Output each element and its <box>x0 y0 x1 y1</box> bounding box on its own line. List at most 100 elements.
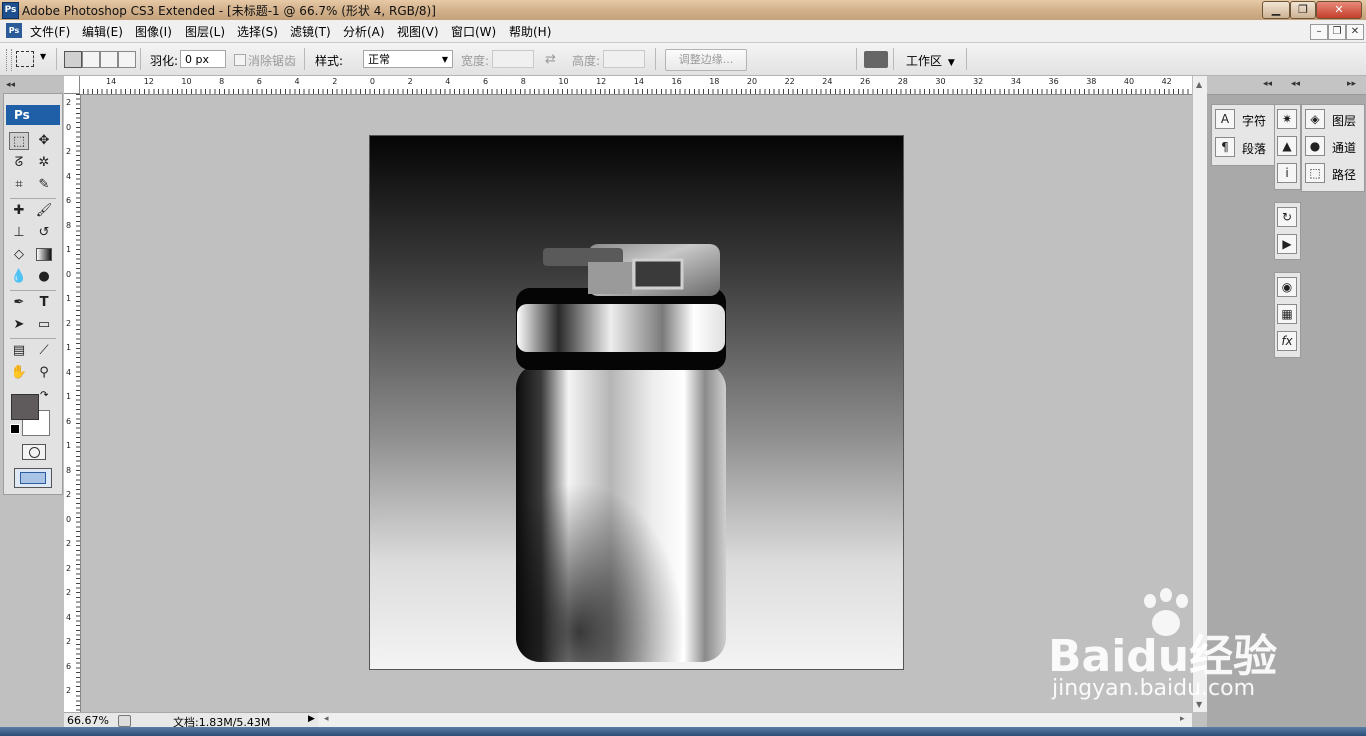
preset-dropdown-icon[interactable]: ▼ <box>40 52 46 61</box>
maximize-button[interactable]: ❐ <box>1290 1 1316 19</box>
history-brush-tool-icon[interactable]: ↺ <box>34 224 54 242</box>
hand-tool-icon[interactable]: ✋ <box>9 364 29 382</box>
workspace-menu[interactable]: 工作区 ▼ <box>906 52 955 69</box>
feather-input[interactable]: 0 px <box>180 50 226 68</box>
character-panel-label[interactable]: 字符 <box>1242 112 1266 129</box>
menu-view[interactable]: 视图(V) <box>397 23 439 40</box>
type-tool-icon[interactable]: T <box>34 294 54 312</box>
document-icon[interactable]: Ps <box>6 23 22 38</box>
clone-stamp-tool-icon[interactable]: ⊥ <box>9 224 29 242</box>
history-icon[interactable]: ↻ <box>1277 207 1297 227</box>
close-button[interactable]: ✕ <box>1316 1 1362 19</box>
ruler-tick-label: 1 <box>66 294 72 303</box>
separator <box>856 48 857 70</box>
swap-colors-icon[interactable]: ↷ <box>40 390 48 401</box>
menu-analysis[interactable]: 分析(A) <box>343 23 385 40</box>
screen-mode-icon[interactable] <box>14 468 52 488</box>
character-panel-icon[interactable]: A <box>1215 109 1235 129</box>
width-input[interactable] <box>492 50 534 68</box>
styles-icon[interactable]: fx <box>1277 331 1297 351</box>
collapse-arrows-icon[interactable]: ◂◂ <box>1263 79 1272 89</box>
paths-panel-label[interactable]: 路径 <box>1332 166 1356 183</box>
menu-filter[interactable]: 滤镜(T) <box>290 23 331 40</box>
doc-close-button[interactable]: ✕ <box>1346 24 1364 40</box>
foreground-color-swatch[interactable] <box>11 394 39 420</box>
blur-tool-icon[interactable]: 💧 <box>9 268 29 286</box>
slice-tool-icon[interactable]: ✎ <box>34 176 54 194</box>
minimize-button[interactable]: ▁ <box>1262 1 1290 19</box>
default-colors-icon[interactable] <box>10 424 20 434</box>
refine-edge-button[interactable]: 调整边缘... <box>665 49 747 71</box>
info-icon[interactable]: i <box>1277 163 1297 183</box>
crop-tool-icon[interactable]: ⌗ <box>9 176 29 194</box>
collapse-arrows-icon[interactable]: ◂◂ <box>1291 79 1300 89</box>
chevron-down-icon: ▼ <box>441 55 448 64</box>
dodge-tool-icon[interactable]: ● <box>34 268 54 286</box>
scroll-left-icon[interactable]: ◂ <box>324 714 329 724</box>
status-menu-arrow-icon[interactable]: ▶ <box>308 714 315 724</box>
chevron-down-icon: ▼ <box>947 58 955 68</box>
shape-tool-icon[interactable]: ▭ <box>34 316 54 334</box>
intersect-selection-icon[interactable] <box>118 51 136 68</box>
collapse-arrows-icon[interactable]: ◂◂ <box>6 80 15 90</box>
status-info-icon[interactable] <box>118 715 131 727</box>
menu-select[interactable]: 选择(S) <box>237 23 278 40</box>
subtract-selection-icon[interactable] <box>100 51 118 68</box>
add-selection-icon[interactable] <box>82 51 100 68</box>
rect-marquee-tool-icon[interactable]: ⬚ <box>9 132 29 150</box>
ruler-tick-label: 18 <box>709 77 720 86</box>
swap-dimensions-icon[interactable]: ⇄ <box>545 52 556 67</box>
gradient-tool-icon[interactable] <box>34 246 54 264</box>
options-grip[interactable] <box>6 49 12 71</box>
navigator-icon[interactable]: ✷ <box>1277 109 1297 129</box>
ruler-origin[interactable] <box>64 76 80 94</box>
path-selection-tool-icon[interactable]: ➤ <box>9 316 29 334</box>
rect-marquee-preset-icon[interactable] <box>16 51 34 67</box>
height-input[interactable] <box>603 50 645 68</box>
paragraph-panel-label[interactable]: 段落 <box>1242 140 1266 157</box>
magic-wand-tool-icon[interactable]: ✲ <box>34 154 54 172</box>
collapse-arrows-icon[interactable]: ▸▸ <box>1347 79 1356 89</box>
channels-panel-label[interactable]: 通道 <box>1332 139 1356 156</box>
move-tool-icon[interactable]: ✥ <box>34 132 54 150</box>
menu-layer[interactable]: 图层(L) <box>185 23 225 40</box>
eyedropper-tool-icon[interactable]: ⟋ <box>34 342 54 360</box>
healing-brush-tool-icon[interactable]: ✚ <box>9 202 29 220</box>
menu-edit[interactable]: 编辑(E) <box>82 23 123 40</box>
color-icon[interactable]: ◉ <box>1277 277 1297 297</box>
menu-file[interactable]: 文件(F) <box>30 23 70 40</box>
scroll-up-icon[interactable]: ▲ <box>1196 80 1202 89</box>
document-canvas[interactable] <box>369 135 904 670</box>
layers-icon[interactable]: ◈ <box>1305 109 1325 129</box>
menu-image[interactable]: 图像(I) <box>135 23 172 40</box>
swatches-icon[interactable]: ▦ <box>1277 304 1297 324</box>
doc-restore-button[interactable]: ❐ <box>1328 24 1346 40</box>
style-select[interactable]: 正常 ▼ <box>363 50 453 68</box>
ruler-tick-label: 4 <box>294 77 300 86</box>
paragraph-panel-icon[interactable]: ¶ <box>1215 137 1235 157</box>
antialias-checkbox[interactable] <box>234 54 246 66</box>
quick-mask-icon[interactable] <box>22 444 46 460</box>
ruler-tick-label: 2 <box>66 563 72 573</box>
layers-panel-label[interactable]: 图层 <box>1332 112 1356 129</box>
menu-help[interactable]: 帮助(H) <box>509 23 551 40</box>
pen-tool-icon[interactable]: ✒ <box>9 294 29 312</box>
histogram-icon[interactable]: ▲ <box>1277 136 1297 156</box>
menu-window[interactable]: 窗口(W) <box>451 23 496 40</box>
ruler-tick-label: 24 <box>822 77 833 86</box>
doc-minimize-button[interactable]: – <box>1310 24 1328 40</box>
new-selection-icon[interactable] <box>64 51 82 68</box>
ruler-top: 14 12 10 8 6 4 2 0 2 4 6 8 10 12 14 16 18 20 22 24 26 28 30 32 3… <box>64 76 1192 95</box>
notes-tool-icon[interactable]: ▤ <box>9 342 29 360</box>
zoom-level[interactable]: 66.67% <box>67 714 109 727</box>
horizontal-scrollbar[interactable]: ◂ ▸ <box>318 712 1192 728</box>
actions-icon[interactable]: ▶ <box>1277 234 1297 254</box>
eraser-tool-icon[interactable]: ◇ <box>9 246 29 264</box>
channels-icon[interactable]: ● <box>1305 136 1325 156</box>
scroll-right-icon[interactable]: ▸ <box>1180 714 1185 724</box>
bridge-icon[interactable] <box>864 51 888 68</box>
zoom-tool-icon[interactable]: ⚲ <box>34 364 54 382</box>
brush-tool-icon[interactable]: 🖌 <box>34 202 54 220</box>
lasso-tool-icon[interactable]: ᘔ <box>9 154 29 172</box>
paths-icon[interactable]: ⬚ <box>1305 163 1325 183</box>
